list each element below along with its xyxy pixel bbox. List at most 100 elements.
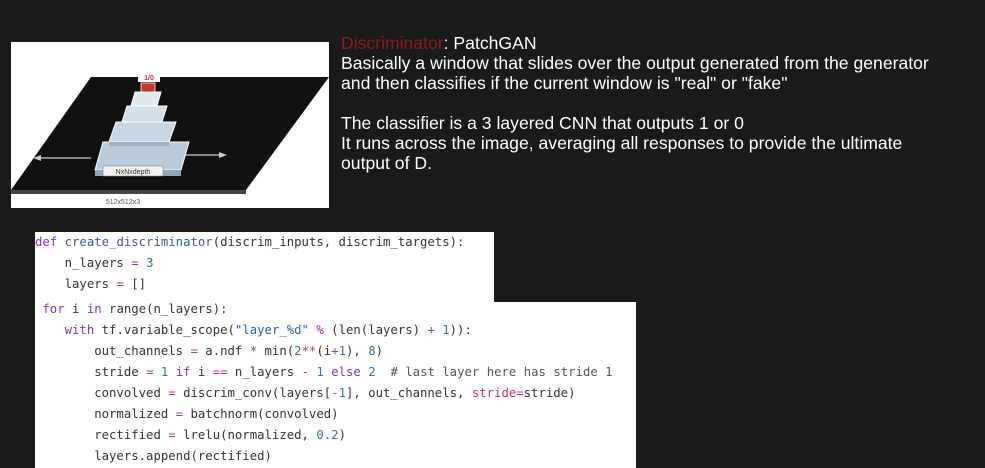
code-token: ) [338,428,346,442]
code-token: 1 [316,365,324,379]
patchgan-diagram-svg: 1/0 NxNxdepth 512x512x3 [11,72,329,206]
code-token: i [64,302,87,316]
code-token: stride [35,365,147,379]
code-token: "layer_%d" [234,323,309,337]
code-line: n_layers = 3 [35,253,154,273]
code-token: - [301,365,309,379]
code-token: 1 [338,386,346,400]
output-cube [140,82,156,93]
code-token: 3 [146,256,154,270]
title-rest: : PatchGAN [443,33,537,53]
code-token: n_layers [227,365,302,379]
code-token: stride) [523,386,576,400]
code-token: % [316,323,324,337]
code-token: range(n_layers): [101,302,228,316]
description-text: Discriminator: PatchGAN Basically a wind… [341,33,941,173]
output-label: 1/0 [144,75,154,82]
code-token: min( [257,344,295,358]
code-token: 1 [442,323,450,337]
code-line: convolved = discrim_conv(layers[-1], out… [35,383,575,403]
layer-label: NxNxdepth [116,169,151,176]
code-line: stride = 1 if i == n_layers - 1 else 2 #… [35,362,613,382]
code-token: in [86,302,102,316]
code-line: with tf.variable_scope("layer_%d" % (len… [35,320,472,340]
code-token: 2 [294,344,302,358]
code-token: : [464,323,472,337]
code-token: out_channels [35,344,191,358]
code-token: stride [471,386,517,400]
code-line: rectified = lrelu(normalized, 0.2) [35,425,346,445]
code-line: layers.append(rectified) [35,446,272,466]
code-token: (i [316,344,332,358]
code-line: normalized = batchnorm(convolved) [35,404,339,424]
code-token: = [175,407,184,421]
code-token: 1 [338,344,346,358]
code-token: = [516,386,524,400]
paragraph-2-line-2: It runs across the image, averaging all … [341,133,903,173]
code-token: (discrim_inputs, discrim_targets): [212,235,465,249]
code-token: ** [301,344,317,358]
code-token: ), [346,344,369,358]
code-token: = [116,277,124,291]
code-token: rectified [35,428,169,442]
code-token: 2 [368,365,376,379]
code-token: # last layer here has stride 1 [390,365,613,379]
code-token: 8 [368,344,376,358]
code-token: create_discriminator [64,235,213,249]
patchgan-diagram: 1/0 NxNxdepth 512x512x3 [11,42,329,208]
code-token: batchnorm(convolved) [183,407,339,421]
code-token: ) [375,344,384,358]
code-token: = [168,386,176,400]
paragraph-2-line-1: The classifier is a 3 layered CNN that o… [341,113,744,133]
code-token: def [35,235,58,249]
code-token: layers [35,277,117,291]
code-token: i [190,365,213,379]
code-token: * [249,344,258,358]
code-token: discrim_conv(layers[ [175,386,332,400]
code-token: = [190,344,198,358]
code-token: 0.2 [316,428,339,442]
image-dims-label: 512x512x3 [106,199,140,206]
code-token: n_layers [35,256,132,270]
code-token: (len(layers) [323,323,428,337]
title-accent: Discriminator [341,33,444,53]
code-token: a.ndf [197,344,250,358]
code-token: ], out_channels, [345,386,472,400]
pyramid-layer-2 [108,121,177,143]
code-token: normalized [35,407,176,421]
pyramid-layer-3 [121,105,168,123]
image-plane-edge [11,190,246,194]
code-token: = [168,428,176,442]
code-snippet-loop: for i in range(n_layers): with tf.variab… [35,302,636,468]
code-token: lrelu(normalized, [175,428,317,442]
pyramid-layer-2-side [109,142,169,146]
code-token: tf.variable_scope( [94,323,235,337]
code-token: == [212,365,228,379]
code-token: - [331,386,339,400]
code-token: for [42,302,65,316]
code-token: else [331,365,361,379]
code-token: [] [123,277,147,291]
code-token: + [427,323,435,337]
code-token: convolved [35,386,169,400]
code-token: with [64,323,95,337]
code-token: layers.append(rectified) [35,449,272,463]
code-token: + [331,344,339,358]
code-token: )) [449,323,465,337]
code-line: out_channels = a.ndf * min(2**(i+1), 8) [35,341,383,361]
code-line: def create_discriminator(discrim_inputs,… [35,232,464,252]
code-line: for i in range(n_layers): [35,302,228,319]
code-snippet-header: def create_discriminator(discrim_inputs,… [35,232,494,302]
slide-title: Discriminator: PatchGAN [341,33,941,53]
pyramid-layer-4 [130,91,162,107]
code-line: layers = [] [35,274,146,294]
paragraph-1: Basically a window that slides over the … [341,53,929,93]
code-token: if [175,365,191,379]
code-token: = [131,256,139,270]
